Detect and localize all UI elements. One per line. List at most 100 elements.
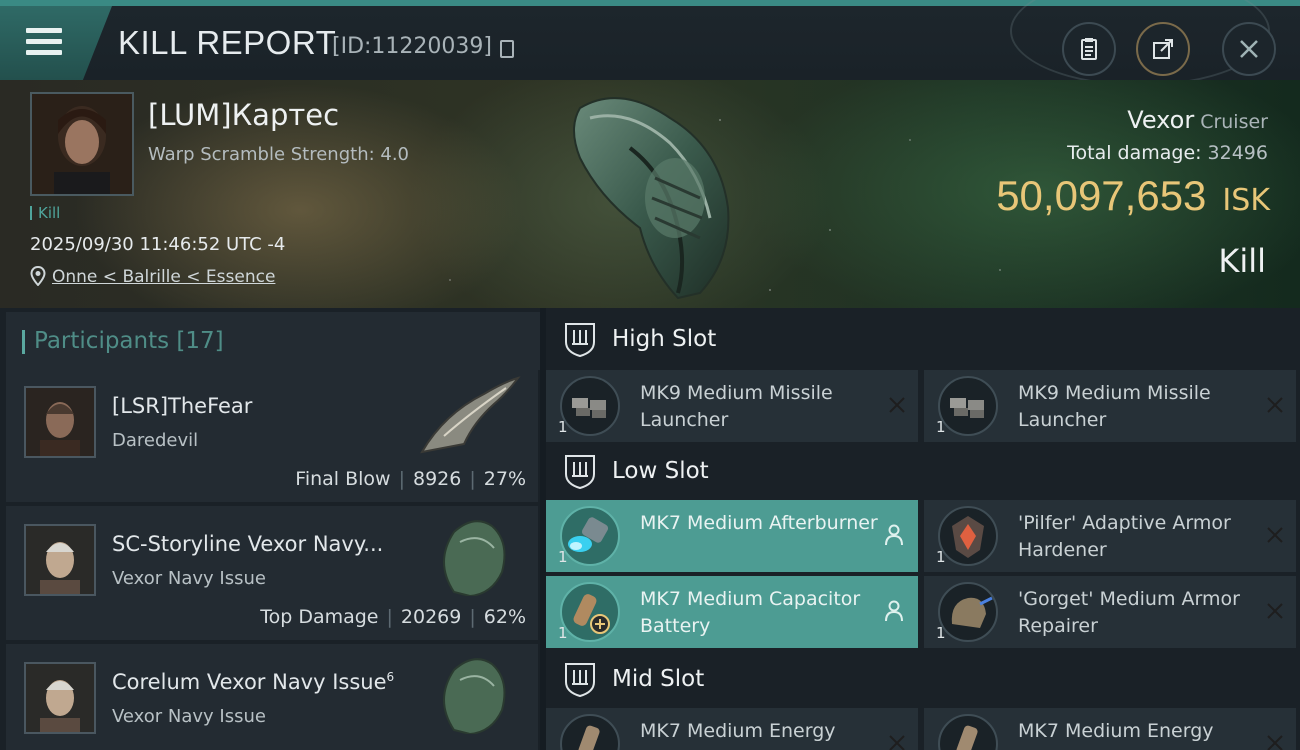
participant-row[interactable]: [LSR]TheFear Daredevil Final Blow | 8926 | 2… bbox=[6, 368, 538, 502]
module-quantity: 1 bbox=[936, 418, 946, 436]
participant-row[interactable]: Corelum Vexor Navy Issue6 Vexor Navy Iss… bbox=[6, 644, 538, 750]
module-item[interactable]: 1 MK9 Medium Missile Launcher bbox=[924, 370, 1296, 442]
module-name: MK9 Medium Missile Launcher bbox=[640, 382, 833, 431]
mid-slot-icon bbox=[565, 663, 595, 698]
participant-avatar bbox=[24, 662, 96, 734]
warp-scramble-strength: Warp Scramble Strength: 4.0 bbox=[148, 144, 410, 165]
location-link[interactable]: Onne < Balrille < Essence bbox=[52, 267, 275, 287]
participant-name: SC-Storyline Vexor Navy... bbox=[112, 532, 384, 556]
participant-ship: Daredevil bbox=[112, 430, 199, 451]
participant-name-suffix: 6 bbox=[386, 670, 395, 684]
participant-damage: 8926 bbox=[413, 468, 462, 490]
victim-portrait[interactable] bbox=[30, 92, 134, 196]
total-damage: Total damage: 32496 bbox=[1067, 142, 1268, 164]
kill-result: Kill bbox=[1218, 242, 1266, 280]
module-name: MK7 Medium Energy bbox=[1018, 720, 1214, 742]
share-icon bbox=[1153, 39, 1173, 59]
destroyed-x-icon bbox=[1267, 735, 1283, 750]
module-quantity: 1 bbox=[558, 548, 568, 566]
participant-avatar bbox=[24, 524, 96, 596]
copy-icon[interactable] bbox=[500, 40, 514, 58]
participant-name: Corelum Vexor Navy Issue6 bbox=[112, 670, 395, 694]
participant-ship: Vexor Navy Issue bbox=[112, 706, 266, 727]
participant-damage: 20269 bbox=[400, 606, 462, 628]
isk-unit: ISK bbox=[1222, 183, 1270, 218]
participant-ship-image bbox=[443, 658, 506, 734]
victim-banner: [LUM]Картес Warp Scramble Strength: 4.0 … bbox=[0, 80, 1300, 308]
isk-amount: 50,097,653 bbox=[996, 172, 1207, 219]
missile-launcher-icon bbox=[560, 376, 620, 436]
module-name: MK7 Medium Afterburner bbox=[640, 512, 878, 534]
participant-stats: Final Blow | 8926 | 27% bbox=[295, 468, 526, 490]
clipboard-icon bbox=[1081, 38, 1097, 60]
module-quantity: 1 bbox=[936, 624, 946, 642]
menu-button[interactable] bbox=[0, 6, 112, 80]
participant-role: Final Blow bbox=[295, 468, 391, 490]
pilot-avatar bbox=[32, 94, 132, 194]
participant-percent: 62% bbox=[483, 606, 526, 628]
mid-slot-label: Mid Slot bbox=[612, 666, 705, 692]
participant-ship-image bbox=[420, 376, 521, 454]
dropped-person-icon bbox=[885, 524, 903, 546]
armor-repairer-icon bbox=[938, 582, 998, 642]
module-item[interactable]: 1 MK7 Medium Energy bbox=[546, 708, 918, 750]
destroyed-x-icon bbox=[1267, 603, 1283, 619]
location-pin-icon bbox=[30, 266, 46, 286]
missile-launcher-icon bbox=[938, 376, 998, 436]
clipboard-button[interactable] bbox=[1062, 22, 1116, 76]
share-button[interactable] bbox=[1136, 22, 1190, 76]
total-damage-value: 32496 bbox=[1207, 142, 1268, 164]
mid-slot-header: Mid Slot bbox=[546, 648, 1300, 710]
ship-class: Cruiser bbox=[1200, 111, 1268, 133]
energy-module-icon bbox=[938, 714, 998, 750]
hamburger-menu-icon bbox=[26, 28, 62, 58]
kill-timestamp: 2025/09/30 11:46:52 UTC -4 bbox=[30, 234, 286, 255]
destroyed-x-icon bbox=[889, 397, 905, 413]
victim-ship-image bbox=[573, 97, 730, 300]
high-slot-header: High Slot bbox=[546, 308, 1300, 370]
module-quantity: 1 bbox=[558, 624, 568, 642]
report-id: [ID:11220039] bbox=[332, 34, 492, 59]
afterburner-icon bbox=[560, 506, 620, 566]
participant-ship: Vexor Navy Issue bbox=[112, 568, 266, 589]
kill-tag: Kill bbox=[30, 204, 60, 222]
module-name: MK7 Medium Energy bbox=[640, 720, 836, 742]
participant-avatar bbox=[24, 386, 96, 458]
participant-stats: Top Damage | 20269 | 62% bbox=[260, 606, 526, 628]
module-name: MK7 Medium Capacitor Battery bbox=[640, 588, 861, 637]
participants-count: [17] bbox=[176, 328, 224, 354]
participant-percent: 27% bbox=[483, 468, 526, 490]
high-slot-icon bbox=[565, 323, 595, 358]
armor-hardener-icon bbox=[938, 506, 998, 566]
capacitor-battery-icon bbox=[560, 582, 620, 642]
module-quantity: 1 bbox=[558, 418, 568, 436]
participants-panel: Participants [17] [LSR]TheFear Daredevil… bbox=[0, 308, 540, 750]
low-slot-label: Low Slot bbox=[612, 458, 709, 484]
close-button[interactable] bbox=[1222, 22, 1276, 76]
module-item[interactable]: 1 MK7 Medium Energy bbox=[924, 708, 1296, 750]
module-name: 'Gorget' Medium Armor Repairer bbox=[1018, 588, 1240, 637]
participants-label: Participants bbox=[34, 328, 170, 354]
high-slot-label: High Slot bbox=[612, 326, 717, 352]
page-title: KILL REPORT bbox=[118, 24, 337, 61]
dropped-person-icon bbox=[885, 600, 903, 622]
module-item[interactable]: 1 MK7 Medium Afterburner bbox=[546, 500, 918, 572]
participant-role: Top Damage bbox=[260, 606, 379, 628]
module-quantity: 1 bbox=[936, 548, 946, 566]
participants-header[interactable]: Participants [17] bbox=[6, 312, 540, 370]
pilot-name[interactable]: [LUM]Картес bbox=[148, 98, 339, 132]
fitting-panel: High Slot 1 MK9 Medium Missile Launcher … bbox=[546, 308, 1300, 750]
destroyed-x-icon bbox=[889, 735, 905, 750]
module-name: 'Pilfer' Adaptive Armor Hardener bbox=[1018, 512, 1231, 561]
module-item[interactable]: 1 MK7 Medium Capacitor Battery bbox=[546, 576, 918, 648]
participant-row[interactable]: SC-Storyline Vexor Navy... Vexor Navy Is… bbox=[6, 506, 538, 640]
low-slot-header: Low Slot bbox=[546, 440, 1300, 502]
module-item[interactable]: 1 'Pilfer' Adaptive Armor Hardener bbox=[924, 500, 1296, 572]
module-item[interactable]: 1 'Gorget' Medium Armor Repairer bbox=[924, 576, 1296, 648]
destroyed-x-icon bbox=[1267, 527, 1283, 543]
close-icon bbox=[1240, 40, 1258, 58]
module-name: MK9 Medium Missile Launcher bbox=[1018, 382, 1211, 431]
module-item[interactable]: 1 MK9 Medium Missile Launcher bbox=[546, 370, 918, 442]
ship-name: Vexor Cruiser bbox=[1127, 106, 1268, 134]
energy-module-icon bbox=[560, 714, 620, 750]
